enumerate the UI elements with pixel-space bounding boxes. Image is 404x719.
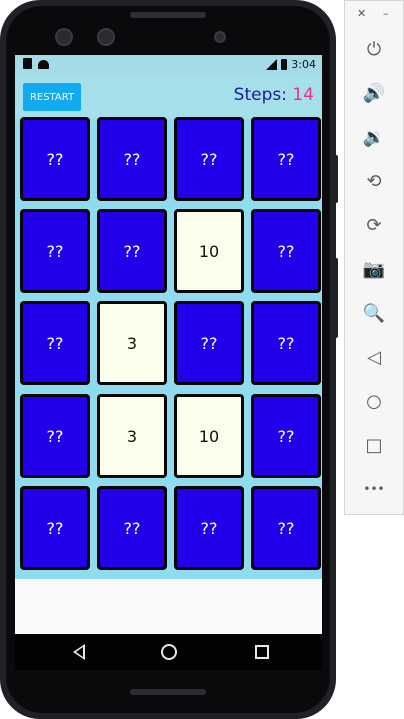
memory-card[interactable]: ??	[174, 301, 244, 385]
proximity-sensor-icon	[214, 31, 226, 43]
overview-icon[interactable]: □	[345, 427, 403, 463]
top-speaker	[130, 12, 206, 18]
rotate-right-icon[interactable]: ⟳	[345, 207, 403, 243]
steps-counter: Steps: 14	[234, 85, 314, 105]
steps-value: 14	[292, 85, 314, 105]
volume-up-icon[interactable]: 🔊	[345, 75, 403, 111]
memory-card[interactable]: ??	[174, 117, 244, 201]
memory-card[interactable]: 3	[97, 394, 167, 478]
memory-card[interactable]: ??	[20, 117, 90, 201]
card-grid: ???????????? 10???? 3?????? 3 10??????????	[15, 117, 322, 579]
emulator-toolbar: ✕ – ⏻ 🔊 🔉 ⟲ ⟳ 📷 🔍 ◁ ○ □ •••	[344, 0, 404, 515]
memory-card[interactable]: ??	[251, 394, 321, 478]
memory-card[interactable]: ??	[97, 486, 167, 570]
close-icon[interactable]: ✕	[357, 7, 366, 20]
memory-card[interactable]: ??	[20, 486, 90, 570]
nav-recents-icon[interactable]	[255, 645, 269, 659]
memory-card[interactable]: ??	[97, 209, 167, 293]
sd-card-icon	[23, 58, 32, 69]
memory-card[interactable]: ??	[20, 394, 90, 478]
nav-back-icon[interactable]	[73, 644, 85, 660]
memory-card[interactable]: ??	[251, 117, 321, 201]
status-time: 3:04	[291, 58, 316, 71]
steps-label: Steps:	[233, 85, 293, 105]
battery-icon	[281, 59, 288, 70]
memory-card[interactable]: ??	[251, 486, 321, 570]
more-icon[interactable]: •••	[345, 471, 403, 507]
navigation-bar	[15, 634, 322, 670]
volume-down-icon[interactable]: 🔉	[345, 119, 403, 155]
phone-screen: 3:04 RESTART Steps: 14 ???????????? 10???…	[15, 55, 322, 670]
front-sensor-icon	[97, 28, 115, 46]
restart-button[interactable]: RESTART	[23, 83, 81, 111]
nav-home-icon[interactable]	[161, 644, 177, 660]
power-side-button[interactable]	[334, 155, 338, 203]
android-icon	[38, 60, 49, 69]
status-bar: 3:04	[15, 55, 322, 75]
zoom-icon[interactable]: 🔍	[345, 295, 403, 331]
memory-card[interactable]: ??	[251, 301, 321, 385]
camera-icon[interactable]: 📷	[345, 251, 403, 287]
memory-card[interactable]: 3	[97, 301, 167, 385]
memory-card[interactable]: ??	[251, 209, 321, 293]
memory-card[interactable]: ??	[20, 301, 90, 385]
memory-card[interactable]: ??	[174, 486, 244, 570]
rotate-left-icon[interactable]: ⟲	[345, 163, 403, 199]
volume-side-button[interactable]	[334, 258, 338, 338]
memory-card[interactable]: 10	[174, 394, 244, 478]
signal-icon	[266, 59, 278, 70]
back-icon[interactable]: ◁	[345, 339, 403, 375]
memory-card[interactable]: ??	[97, 117, 167, 201]
memory-card[interactable]: 10	[174, 209, 244, 293]
power-icon[interactable]: ⏻	[345, 31, 403, 67]
home-icon[interactable]: ○	[345, 383, 403, 419]
app-header: RESTART Steps: 14	[15, 75, 322, 119]
front-camera-icon	[55, 28, 73, 46]
minimize-icon[interactable]: –	[383, 7, 389, 20]
bottom-speaker	[130, 689, 206, 695]
memory-card[interactable]: ??	[20, 209, 90, 293]
